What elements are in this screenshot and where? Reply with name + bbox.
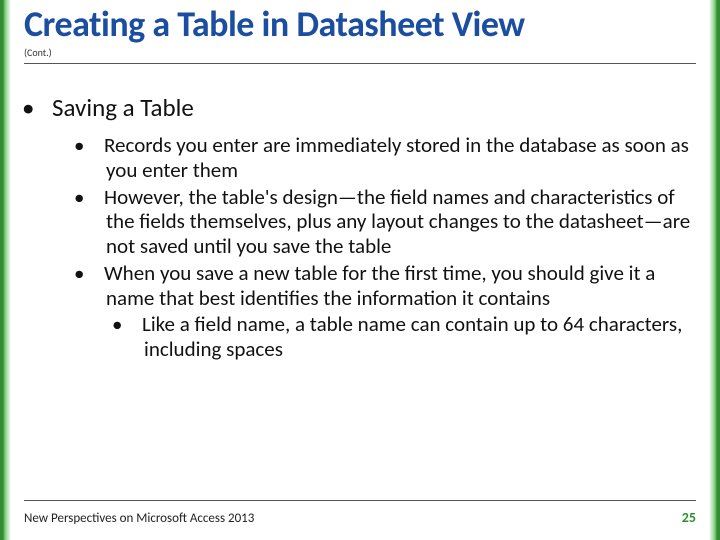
bullet-level-3: •Like a field name, a table name can con… xyxy=(128,312,692,362)
accent-left xyxy=(0,0,14,540)
slide-footer: New Perspectives on Microsoft Access 201… xyxy=(24,500,696,526)
footer-text: New Perspectives on Microsoft Access 201… xyxy=(24,511,254,526)
bullet-text: However, the table's design—the field na… xyxy=(104,184,690,260)
bullet-text: Records you enter are immediately stored… xyxy=(104,132,689,183)
slide: Creating a Table in Datasheet View (Cont… xyxy=(0,0,720,540)
bullet-level-2: •When you save a new table for the first… xyxy=(90,261,692,311)
accent-right xyxy=(706,0,720,540)
bullet-level-2: •Records you enter are immediately store… xyxy=(90,133,692,183)
page-number: 25 xyxy=(682,509,696,526)
slide-continued: (Cont.) xyxy=(24,46,696,59)
bullet-level-2: •However, the table's design—the field n… xyxy=(90,185,692,259)
bullet-level-1: •Saving a Table xyxy=(38,92,692,123)
slide-title: Creating a Table in Datasheet View xyxy=(24,6,696,44)
title-rule xyxy=(24,63,696,64)
bullet-text: When you save a new table for the first … xyxy=(104,260,655,311)
bullet-text: Saving a Table xyxy=(52,92,194,123)
slide-content: •Saving a Table •Records you enter are i… xyxy=(28,92,692,484)
bullet-text: Like a field name, a table name can cont… xyxy=(142,311,682,362)
slide-header: Creating a Table in Datasheet View (Cont… xyxy=(24,6,696,64)
